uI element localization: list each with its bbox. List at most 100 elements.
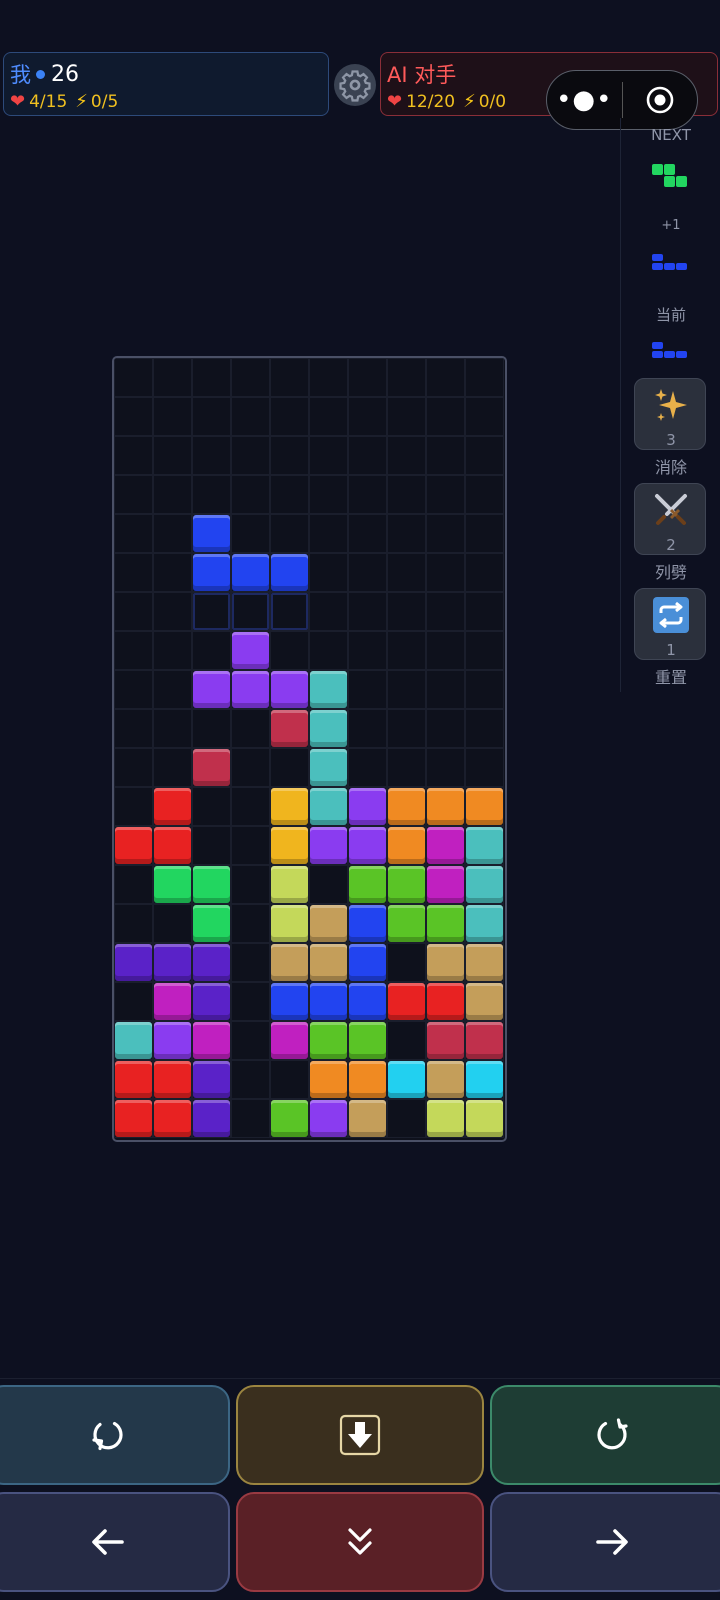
next-label: NEXT xyxy=(651,126,691,144)
move-right-button[interactable] xyxy=(490,1492,720,1592)
stacked-block xyxy=(310,827,347,864)
board-cell xyxy=(426,553,465,592)
reset-tool-button[interactable]: 1 xyxy=(634,588,706,660)
stacked-block xyxy=(115,827,152,864)
board-cell xyxy=(231,1060,270,1099)
board-cell xyxy=(114,475,153,514)
controls-divider xyxy=(0,1378,720,1379)
more-menu-button[interactable]: •●• xyxy=(547,85,622,115)
opponent-hp: 12/20 xyxy=(406,91,456,112)
stacked-block xyxy=(388,827,425,864)
stacked-block xyxy=(349,905,386,942)
board-cell xyxy=(231,397,270,436)
stacked-block xyxy=(349,944,386,981)
board-cell xyxy=(465,748,504,787)
board-cell xyxy=(153,553,192,592)
active-piece-block xyxy=(271,554,308,591)
board-cell xyxy=(348,553,387,592)
preview-block xyxy=(652,263,663,270)
ghost-block xyxy=(271,593,308,630)
stacked-block xyxy=(154,827,191,864)
stacked-block xyxy=(349,983,386,1020)
stacked-block xyxy=(115,1061,152,1098)
board-cell xyxy=(192,397,231,436)
hard-drop-button[interactable] xyxy=(236,1385,484,1485)
board-cell xyxy=(192,826,231,865)
board-cell xyxy=(153,631,192,670)
column-split-tool-label: 列劈 xyxy=(654,563,687,582)
board-cell xyxy=(309,865,348,904)
board-cell xyxy=(231,1021,270,1060)
soft-drop-button[interactable] xyxy=(236,1492,484,1592)
preview-block xyxy=(664,351,675,358)
move-left-button[interactable] xyxy=(0,1492,230,1592)
reset-tool-label: 重置 xyxy=(654,668,687,687)
board-cell xyxy=(387,1099,426,1138)
board-cell xyxy=(114,592,153,631)
stacked-block xyxy=(193,866,230,903)
board-cell xyxy=(309,553,348,592)
stacked-block xyxy=(310,710,347,747)
board-cell xyxy=(231,358,270,397)
player-stats: ❤ 4/15 ⚡ 0/5 xyxy=(10,91,118,112)
board-cell xyxy=(387,592,426,631)
stacked-block xyxy=(466,827,503,864)
arrow-right-icon xyxy=(596,1529,628,1555)
stacked-block xyxy=(232,632,269,669)
stacked-block xyxy=(466,788,503,825)
game-board[interactable] xyxy=(112,356,507,1142)
stacked-block xyxy=(310,1022,347,1059)
rotate-ccw-button[interactable] xyxy=(0,1385,230,1485)
more-dots-icon: •●• xyxy=(556,85,613,115)
board-cell xyxy=(465,475,504,514)
board-cell xyxy=(426,397,465,436)
close-miniprogram-button[interactable] xyxy=(623,85,698,115)
column-split-tool-button[interactable]: 2 xyxy=(634,483,706,555)
board-cell xyxy=(309,358,348,397)
stacked-block xyxy=(349,788,386,825)
stacked-block xyxy=(232,671,269,708)
stacked-block xyxy=(193,944,230,981)
stacked-block xyxy=(388,788,425,825)
board-cell xyxy=(426,358,465,397)
board-cell xyxy=(426,631,465,670)
board-cell xyxy=(153,709,192,748)
stacked-block xyxy=(427,905,464,942)
tool-icon-wrap xyxy=(635,490,707,534)
settings-button[interactable] xyxy=(334,64,376,106)
board-cell xyxy=(192,436,231,475)
stacked-block xyxy=(310,749,347,786)
stacked-block xyxy=(193,1100,230,1137)
reset-tool-count: 1 xyxy=(666,641,676,659)
board-cell xyxy=(192,787,231,826)
board-cell xyxy=(114,553,153,592)
lightning-icon: ⚡ xyxy=(463,91,476,112)
board-cell xyxy=(426,709,465,748)
stacked-block xyxy=(388,1061,425,1098)
stacked-block xyxy=(271,827,308,864)
board-cell xyxy=(153,514,192,553)
stacked-block xyxy=(310,1100,347,1137)
stacked-block xyxy=(388,983,425,1020)
stacked-block xyxy=(427,1100,464,1137)
preview-block xyxy=(652,342,663,349)
board-cell xyxy=(348,436,387,475)
board-cell xyxy=(231,982,270,1021)
stacked-block xyxy=(310,788,347,825)
stacked-block xyxy=(349,866,386,903)
preview-block xyxy=(676,351,687,358)
rotate-ccw-icon xyxy=(92,1421,123,1451)
preview-block xyxy=(664,164,675,175)
stacked-block xyxy=(154,1061,191,1098)
stacked-block xyxy=(271,671,308,708)
board-cell xyxy=(309,592,348,631)
heart-icon: ❤ xyxy=(10,91,26,112)
board-cell xyxy=(270,748,309,787)
board-cell xyxy=(387,475,426,514)
board-cell xyxy=(114,514,153,553)
rotate-cw-button[interactable] xyxy=(490,1385,720,1485)
stacked-block xyxy=(154,866,191,903)
board-cell xyxy=(270,358,309,397)
clear-tool-button[interactable]: 3 xyxy=(634,378,706,450)
board-cell xyxy=(114,904,153,943)
